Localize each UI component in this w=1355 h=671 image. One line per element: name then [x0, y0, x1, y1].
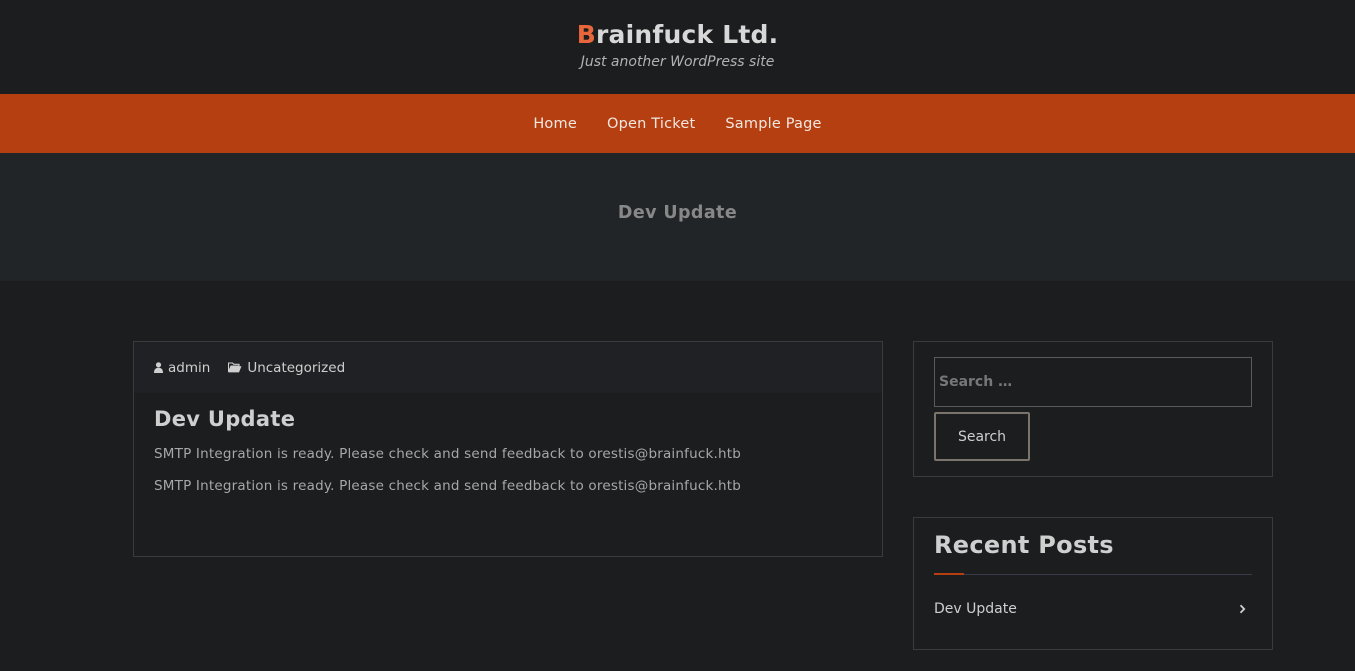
widget-divider [934, 573, 1252, 575]
page-title: Dev Update [617, 203, 738, 223]
nav-item-sample-page[interactable]: Sample Page [725, 116, 821, 132]
main-navigation: Home Open Ticket Sample Page [0, 94, 1355, 153]
user-icon [154, 362, 163, 373]
post-paragraph: SMTP Integration is ready. Please check … [154, 478, 741, 494]
recent-post-item[interactable]: Dev Update [934, 601, 1252, 617]
search-input[interactable] [934, 357, 1252, 407]
recent-posts-title: Recent Posts [934, 531, 1114, 559]
post-title[interactable]: Dev Update [154, 407, 862, 431]
main-content: admin Uncategorized Dev Update SMTP Inte… [0, 281, 1355, 671]
site-title-first-letter: B [576, 20, 596, 49]
site-tagline: Just another WordPress site [580, 54, 775, 70]
nav-item-home[interactable]: Home [533, 116, 577, 132]
recent-post-label: Dev Update [934, 601, 1017, 617]
site-title[interactable]: Brainfuck Ltd. [0, 19, 1355, 51]
post-author-link[interactable]: admin [154, 360, 210, 376]
post-paragraph: SMTP Integration is ready. Please check … [154, 446, 741, 462]
post-category-link[interactable]: Uncategorized [228, 360, 345, 376]
site-title-rest: rainfuck Ltd. [596, 20, 779, 49]
search-button[interactable]: Search [934, 412, 1030, 461]
recent-posts-widget: Recent Posts Dev Update [913, 517, 1273, 650]
nav-item-open-ticket[interactable]: Open Ticket [607, 116, 695, 132]
site-header: Brainfuck Ltd. Just another WordPress si… [0, 0, 1355, 94]
search-widget: Search [913, 341, 1273, 477]
post-author: admin [168, 359, 211, 376]
folder-open-icon [228, 362, 242, 373]
page-banner: Dev Update [0, 153, 1355, 281]
post-body: Dev Update SMTP Integration is ready. Pl… [134, 393, 882, 495]
post-category: Uncategorized [247, 359, 346, 376]
post-meta: admin Uncategorized [134, 342, 882, 393]
chevron-right-icon [1239, 604, 1246, 614]
post-card: admin Uncategorized Dev Update SMTP Inte… [133, 341, 883, 557]
